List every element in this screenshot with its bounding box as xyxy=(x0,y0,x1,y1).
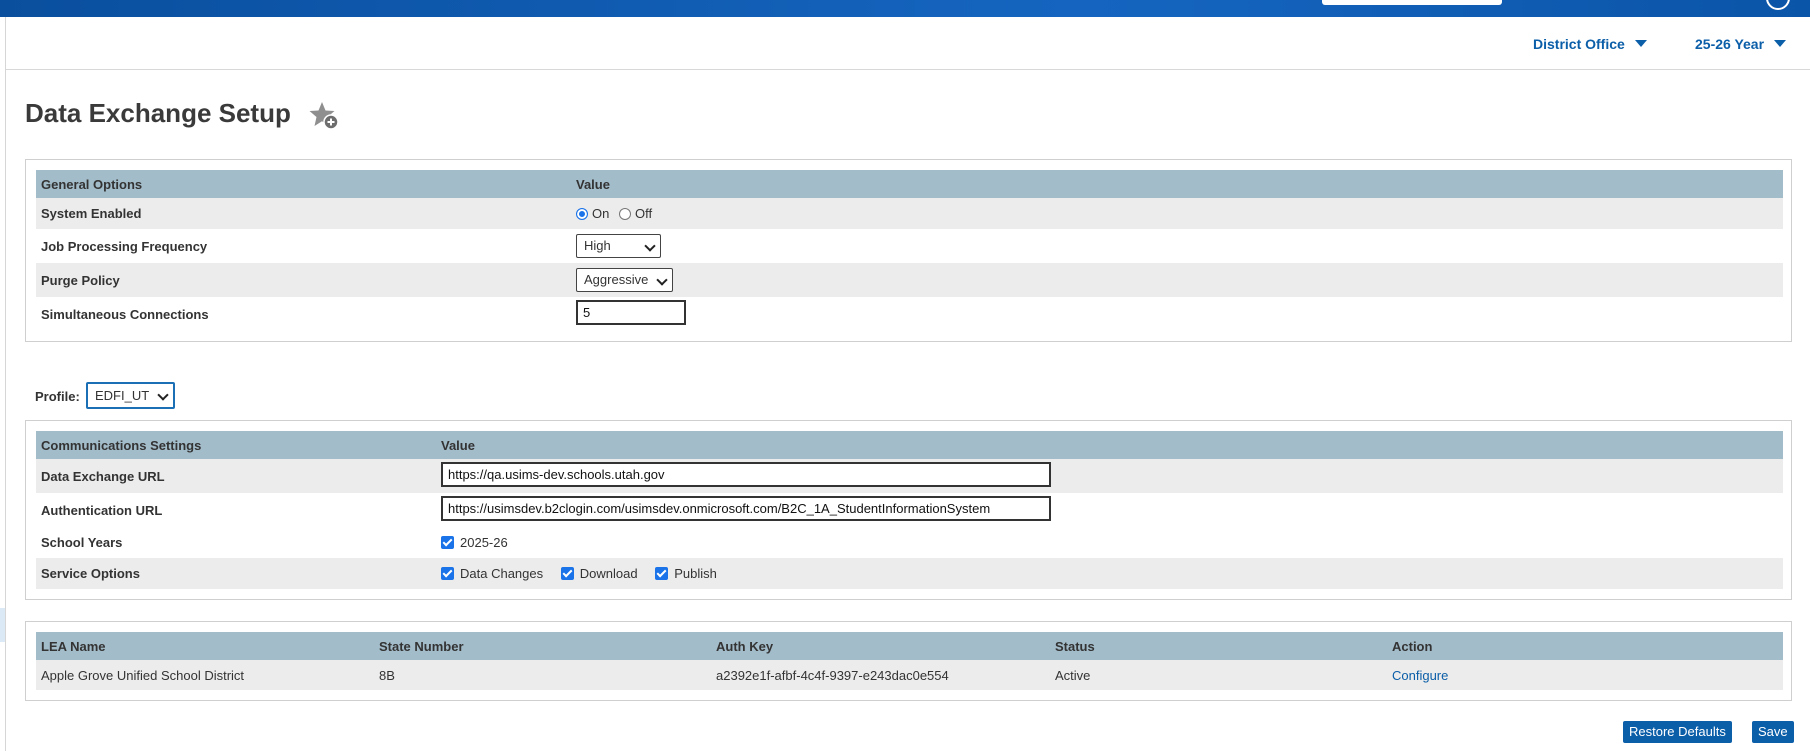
general-options-table: General Options Value System Enabled On … xyxy=(36,170,1783,331)
service-options-label: Service Options xyxy=(36,558,436,589)
add-favorite-star-icon[interactable] xyxy=(308,100,340,132)
save-button[interactable]: Save xyxy=(1752,721,1794,743)
communications-settings-table: Communications Settings Value Data Excha… xyxy=(36,431,1783,589)
chevron-down-icon xyxy=(656,274,668,286)
district-selector-label: District Office xyxy=(1533,36,1625,52)
user-avatar[interactable] xyxy=(1766,0,1790,10)
data-changes-checkbox[interactable] xyxy=(441,567,454,580)
school-year-checkbox[interactable] xyxy=(441,536,454,549)
data-exchange-url-input[interactable]: https://qa.usims-dev.schools.utah.gov xyxy=(441,462,1051,487)
table-row: Apple Grove Unified School District 8B a… xyxy=(36,660,1783,690)
lea-panel: LEA Name State Number Auth Key Status Ac… xyxy=(25,621,1792,701)
auth-key-cell: a2392e1f-afbf-4c4f-9397-e243dac0e554 xyxy=(711,660,1050,690)
state-number-cell: 8B xyxy=(374,660,711,690)
sidebar-active-marker xyxy=(0,608,5,642)
configure-link[interactable]: Configure xyxy=(1392,668,1448,683)
data-changes-label: Data Changes xyxy=(460,566,544,581)
lea-table: LEA Name State Number Auth Key Status Ac… xyxy=(36,632,1783,690)
school-year-label: 2025-26 xyxy=(460,535,508,550)
purge-policy-label: Purge Policy xyxy=(36,263,571,297)
download-label: Download xyxy=(579,566,638,581)
data-exchange-url-label: Data Exchange URL xyxy=(36,459,436,493)
column-header-general-options: General Options xyxy=(36,170,571,198)
system-enabled-off-radio[interactable] xyxy=(618,208,631,220)
authentication-url-label: Authentication URL xyxy=(41,502,163,518)
top-navigation-bar xyxy=(0,0,1810,17)
column-header-value: Value xyxy=(436,431,1783,459)
profile-value: EDFI_UT xyxy=(95,388,150,403)
system-enabled-off-label: Off xyxy=(634,206,653,221)
system-enabled-on-radio[interactable] xyxy=(576,208,588,220)
year-selector-label: 25-26 Year xyxy=(1695,36,1765,52)
job-frequency-label: Job Processing Frequency xyxy=(41,238,208,254)
simultaneous-connections-input[interactable]: 5 xyxy=(576,300,686,325)
profile-label: Profile: xyxy=(35,389,80,404)
status-cell: Active xyxy=(1050,660,1387,690)
communications-settings-panel: Communications Settings Value Data Excha… xyxy=(25,420,1792,600)
column-header-communications-settings: Communications Settings xyxy=(36,431,436,459)
column-header-lea-name: LEA Name xyxy=(36,632,374,660)
publish-checkbox[interactable] xyxy=(655,567,669,580)
context-bar: District Office 25-26 Year xyxy=(6,17,1810,70)
download-checkbox[interactable] xyxy=(560,567,574,580)
column-header-action: Action xyxy=(1387,632,1783,660)
job-frequency-select[interactable]: High xyxy=(576,234,661,258)
column-header-auth-key: Auth Key xyxy=(711,632,1050,660)
column-header-value: Value xyxy=(571,170,1783,198)
page-title: Data Exchange Setup xyxy=(25,98,291,128)
authentication-url-input[interactable]: https://usimsdev.b2clogin.com/usimsdev.o… xyxy=(441,496,1051,521)
system-enabled-on-label: On xyxy=(592,206,610,221)
year-selector[interactable]: 25-26 Year xyxy=(1695,36,1787,52)
lea-name-cell: Apple Grove Unified School District xyxy=(36,660,374,690)
school-years-label: School Years xyxy=(41,535,123,550)
system-enabled-label: System Enabled xyxy=(36,198,571,229)
publish-label: Publish xyxy=(674,566,717,581)
purge-policy-value: Aggressive xyxy=(584,272,649,287)
chevron-down-icon xyxy=(157,389,169,401)
caret-down-icon xyxy=(1774,40,1787,47)
simultaneous-connections-label: Simultaneous Connections xyxy=(41,306,209,322)
global-search-input[interactable] xyxy=(1322,0,1502,5)
column-header-state-number: State Number xyxy=(374,632,711,660)
column-header-status: Status xyxy=(1050,632,1387,660)
restore-defaults-button[interactable]: Restore Defaults xyxy=(1623,721,1732,743)
district-selector[interactable]: District Office xyxy=(1533,36,1647,52)
caret-down-icon xyxy=(1634,40,1647,47)
profile-select[interactable]: EDFI_UT xyxy=(86,382,175,409)
chevron-down-icon xyxy=(644,240,656,252)
general-options-panel: General Options Value System Enabled On … xyxy=(25,159,1792,342)
purge-policy-select[interactable]: Aggressive xyxy=(576,268,673,292)
job-frequency-value: High xyxy=(584,238,611,253)
